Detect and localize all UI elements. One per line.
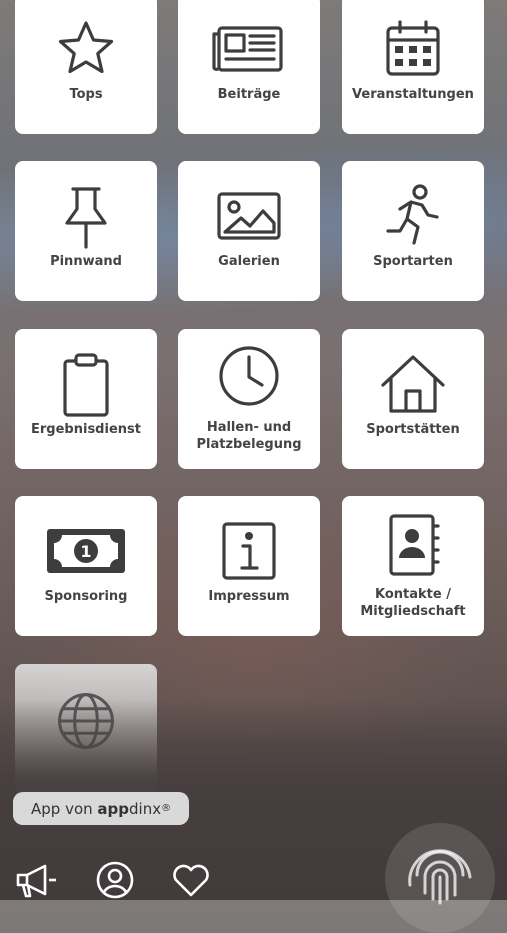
tile-label: Sportarten <box>373 254 453 269</box>
tile-label: Ergebnisdienst <box>31 422 141 437</box>
tile-label: Veranstaltungen <box>352 87 474 102</box>
svg-text:1: 1 <box>80 542 91 561</box>
tile-galerien[interactable]: Galerien <box>178 161 320 301</box>
info-icon <box>178 516 320 586</box>
appdinx-badge[interactable]: App von app dinx ® <box>13 792 190 825</box>
runner-icon <box>342 181 484 251</box>
tile-label: Sportstätten <box>366 422 460 437</box>
calendar-icon <box>342 14 484 84</box>
star-icon <box>15 14 157 84</box>
megaphone-icon[interactable] <box>14 858 58 902</box>
tile-sponsoring[interactable]: 1 Sponsoring <box>15 496 157 636</box>
badge-brand-rest: dinx <box>129 799 162 818</box>
tile-impressum[interactable]: Impressum <box>178 496 320 636</box>
user-icon[interactable] <box>93 858 137 902</box>
tile-label: Beiträge <box>217 87 281 102</box>
tile-label: Sponsoring <box>44 589 128 604</box>
tile-ergebnisdienst[interactable]: Ergebnisdienst <box>15 329 157 469</box>
tile-label: Hallen- und Platzbelegung <box>196 420 302 452</box>
tile-pinnwand[interactable]: Pinnwand <box>15 161 157 301</box>
tile-label: Tops <box>69 87 103 102</box>
fingerprint-icon[interactable] <box>385 823 495 933</box>
registered-mark: ® <box>161 803 172 814</box>
tile-beitraege[interactable]: Beiträge <box>178 0 320 134</box>
tile-hallen-platzbelegung[interactable]: Hallen- und Platzbelegung <box>178 329 320 469</box>
banknote-icon: 1 <box>15 516 157 586</box>
clock-icon <box>178 341 320 411</box>
badge-brand-bold: app <box>97 799 130 818</box>
contacts-book-icon <box>342 510 484 580</box>
badge-prefix: App von <box>31 799 98 818</box>
pushpin-icon <box>15 181 157 251</box>
tile-kontakte-mitgliedschaft[interactable]: Kontakte / Mitgliedschaft <box>342 496 484 636</box>
heart-icon[interactable] <box>169 858 213 902</box>
tile-label: Galerien <box>218 254 280 269</box>
tile-sportstaetten[interactable]: Sportstätten <box>342 329 484 469</box>
house-icon <box>342 349 484 419</box>
tile-label: Kontakte / Mitgliedschaft <box>360 587 466 619</box>
newspaper-icon <box>178 14 320 84</box>
tile-label: Impressum <box>208 589 290 604</box>
tile-veranstaltungen[interactable]: Veranstaltungen <box>342 0 484 134</box>
tile-tops[interactable]: Tops <box>15 0 157 134</box>
image-icon <box>178 181 320 251</box>
tile-sportarten[interactable]: Sportarten <box>342 161 484 301</box>
clipboard-icon <box>15 349 157 419</box>
tile-label: Pinnwand <box>50 254 122 269</box>
